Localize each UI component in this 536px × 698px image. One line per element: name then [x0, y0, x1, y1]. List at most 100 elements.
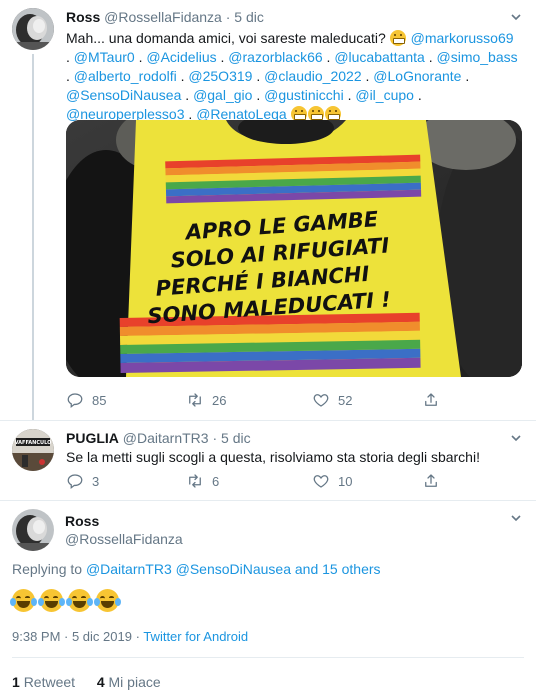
like-stat[interactable]: 4 Mi piace [97, 674, 161, 690]
tweet-actions: 3 6 10 [66, 472, 440, 490]
tweet-text: Mah... una domanda amici, voi sareste ma… [66, 29, 518, 124]
like-button[interactable]: 52 [312, 391, 422, 409]
retweet-button[interactable]: 6 [186, 472, 312, 490]
heart-icon [313, 394, 329, 407]
tweet-text: Se la metti sugli scogli a questa, risol… [66, 449, 480, 465]
mention[interactable]: @claudio_2022 [264, 68, 362, 84]
grimacing-face-emoji-icon [389, 30, 406, 46]
tweet-timestamp[interactable]: 9:38 PM · 5 dic 2019 [12, 629, 132, 644]
thread-line [32, 54, 34, 420]
separator: . [365, 68, 370, 84]
mention[interactable]: @markorusso69 [411, 30, 514, 46]
replying-to-label: Replying to [12, 561, 83, 577]
mention[interactable]: @25O319 [188, 68, 252, 84]
chevron-down-icon[interactable] [509, 432, 523, 446]
reply-count: 85 [92, 392, 107, 408]
mention[interactable]: @razorblack66 [228, 49, 322, 65]
retweet-icon [189, 393, 201, 407]
separator: . [66, 68, 70, 84]
reply-icon [67, 393, 83, 409]
reply-icon [67, 474, 83, 490]
author-handle[interactable]: @RossellaFidanza [65, 531, 183, 547]
separator: . [347, 87, 352, 103]
tweet-image[interactable]: APRO LE GAMBE SOLO AI RIFUGIATI PERCHÉ I… [66, 120, 522, 377]
dot-separator: · [212, 430, 218, 446]
retweet-button[interactable]: 26 [186, 391, 312, 409]
separator: . [326, 49, 331, 65]
tweet-stats: 1 Retweet 4 Mi piace [12, 674, 161, 690]
separator: . [66, 49, 70, 65]
share-icon [425, 474, 437, 487]
chevron-down-icon[interactable] [509, 11, 523, 25]
tweet-date[interactable]: 5 dic [221, 430, 251, 446]
separator: . [220, 49, 225, 65]
like-count: 52 [338, 392, 353, 408]
author-name[interactable]: PUGLIA [66, 430, 119, 446]
author-handle[interactable]: @RossellaFidanza [104, 9, 222, 25]
mention[interactable]: @SensoDiNausea [66, 87, 181, 103]
replying-to: Replying to @DaitarnTR3 @SensoDiNausea a… [12, 561, 381, 577]
mention[interactable]: @lucabattanta [334, 49, 425, 65]
separator: . [180, 68, 185, 84]
avatar[interactable] [12, 509, 54, 551]
dot-separator: · [225, 9, 231, 25]
like-count: 10 [338, 473, 353, 489]
retweet-count: 26 [212, 392, 227, 408]
mention[interactable]: @il_cupo [355, 87, 414, 103]
reply-count: 3 [92, 473, 100, 489]
avatar-text: VAFFANCULO [15, 440, 52, 446]
author-handle[interactable]: @DaitarnTR3 [123, 430, 209, 446]
face-with-tears-of-joy-emoji-icon [38, 589, 65, 612]
share-icon [425, 393, 437, 406]
focused-tweet: Ross @RossellaFidanza Replying to @Daita… [0, 501, 536, 698]
tweet-source[interactable]: Twitter for Android [143, 629, 248, 644]
author-name[interactable]: Ross [65, 513, 99, 529]
retweet-icon [189, 474, 201, 488]
like-button[interactable]: 10 [312, 472, 422, 490]
separator: . [138, 49, 143, 65]
tweet-text [10, 589, 124, 615]
mention[interactable]: @Acidelius [146, 49, 216, 65]
author-name[interactable]: Ross [66, 9, 100, 25]
retweet-stat[interactable]: 1 Retweet [12, 674, 79, 690]
avatar[interactable] [12, 8, 54, 50]
tweet-2[interactable]: VAFFANCULO PUGLIA @DaitarnTR3 · 5 dic Se… [0, 421, 536, 500]
face-with-tears-of-joy-emoji-icon [66, 589, 93, 612]
reply-button[interactable]: 85 [66, 391, 186, 409]
separator: . [256, 87, 261, 103]
separator: . [417, 87, 422, 103]
mention[interactable]: @gustinicchi [264, 87, 344, 103]
avatar-photo: VAFFANCULO [12, 429, 54, 471]
share-button[interactable] [422, 391, 440, 409]
tweet-actions: 85 26 52 [66, 391, 440, 409]
dot-separator: · [135, 629, 140, 644]
tweet-header: PUGLIA @DaitarnTR3 · 5 dic [66, 430, 251, 446]
mention[interactable]: @MTaur0 [74, 49, 135, 65]
tweet-date[interactable]: 5 dic [234, 9, 264, 25]
tweet-text-lead: Mah... una domanda amici, voi sareste ma… [66, 30, 386, 46]
share-button[interactable] [422, 472, 440, 490]
separator: . [256, 68, 261, 84]
avatar[interactable]: VAFFANCULO [12, 429, 54, 471]
chevron-down-icon[interactable] [509, 512, 523, 526]
like-stat-count: 4 [96, 674, 105, 690]
avatar-photo [12, 8, 54, 50]
mention[interactable]: @alberto_rodolfi [74, 68, 177, 84]
retweet-stat-count: 1 [12, 674, 20, 690]
separator: . [428, 49, 433, 65]
face-with-tears-of-joy-emoji-icon [94, 589, 121, 612]
separator: . [185, 87, 190, 103]
tweet-meta: 9:38 PM · 5 dic 2019 · Twitter for Andro… [12, 629, 248, 644]
tweet-1[interactable]: Ross @RossellaFidanza · 5 dic Mah... una… [0, 0, 536, 420]
mention[interactable]: @gal_gio [193, 87, 252, 103]
face-with-tears-of-joy-emoji-icon [10, 589, 37, 612]
separator: . [465, 68, 470, 84]
mention[interactable]: @LoGnorante [373, 68, 461, 84]
photo-sign: APRO LE GAMBE SOLO AI RIFUGIATI PERCHÉ I… [66, 120, 522, 377]
avatar-photo [12, 509, 54, 551]
retweet-stat-label: Retweet [23, 674, 76, 690]
retweet-count: 6 [212, 473, 220, 489]
replying-to-users[interactable]: @DaitarnTR3 @SensoDiNausea and 15 others [86, 561, 381, 577]
reply-button[interactable]: 3 [66, 472, 186, 490]
mention[interactable]: @simo_bass [437, 49, 518, 65]
